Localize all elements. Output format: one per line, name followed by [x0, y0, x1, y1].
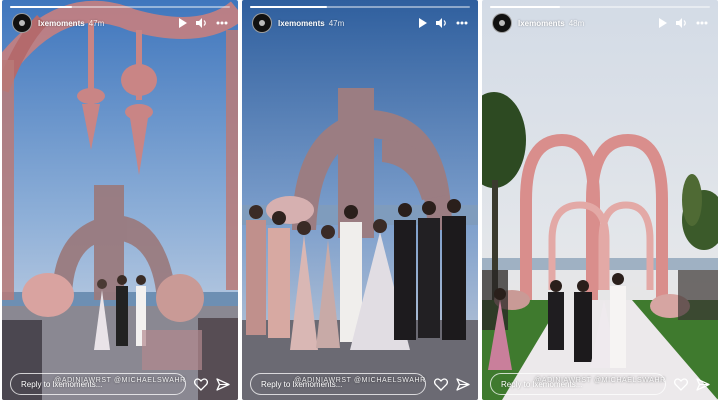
reply-placeholder: Reply to lxemoments... — [261, 379, 343, 389]
story-panel-2[interactable]: lxemoments 47m @ADINIAWRST @MICHAELSWAHR… — [242, 0, 478, 400]
story-progress-fill — [10, 6, 72, 8]
story-panel-1[interactable]: lxemoments 47m @ADINIAWRST @MICHAELSWAHR… — [2, 0, 238, 400]
username[interactable]: lxemoments — [278, 19, 325, 28]
more-options-icon[interactable] — [216, 21, 228, 25]
more-options-icon[interactable] — [456, 21, 468, 25]
volume-icon[interactable] — [676, 18, 687, 28]
reply-input[interactable]: Reply to lxemoments... — [250, 373, 426, 395]
heart-icon[interactable] — [194, 377, 208, 391]
timestamp: 48m — [568, 18, 585, 28]
story-progress-fill — [490, 6, 561, 8]
reply-input[interactable]: Reply to lxemoments... — [490, 373, 666, 395]
heart-icon[interactable] — [674, 377, 688, 391]
story-header: lxemoments 47m — [252, 12, 468, 34]
story-progress-bar — [10, 6, 230, 8]
volume-icon[interactable] — [196, 18, 207, 28]
play-icon[interactable] — [658, 18, 667, 28]
timestamp: 47m — [88, 18, 105, 28]
story-footer: Reply to lxemoments... — [250, 372, 470, 396]
username[interactable]: lxemoments — [518, 19, 565, 28]
story-image-group-photo — [242, 0, 478, 400]
profile-avatar[interactable] — [252, 13, 272, 33]
story-progress-bar — [250, 6, 470, 8]
story-header: lxemoments 48m — [492, 12, 708, 34]
heart-icon[interactable] — [434, 377, 448, 391]
send-icon[interactable] — [216, 377, 230, 391]
story-image-ceremony-arch — [2, 0, 238, 400]
story-panel-3[interactable]: lxemoments 48m @ADINIAWRST @MICHAELSWAHR… — [482, 0, 718, 400]
play-icon[interactable] — [418, 18, 427, 28]
more-options-icon[interactable] — [696, 21, 708, 25]
profile-avatar[interactable] — [12, 13, 32, 33]
story-progress-fill — [250, 6, 327, 8]
timestamp: 47m — [328, 18, 345, 28]
reply-placeholder: Reply to lxemoments... — [21, 379, 103, 389]
reply-input[interactable]: Reply to lxemoments... — [10, 373, 186, 395]
send-icon[interactable] — [456, 377, 470, 391]
send-icon[interactable] — [696, 377, 710, 391]
story-header: lxemoments 47m — [12, 12, 228, 34]
story-footer: Reply to lxemoments... — [10, 372, 230, 396]
profile-avatar[interactable] — [492, 13, 512, 33]
play-icon[interactable] — [178, 18, 187, 28]
reply-placeholder: Reply to lxemoments... — [501, 379, 583, 389]
username[interactable]: lxemoments — [38, 19, 85, 28]
story-image-aisle-walk — [482, 0, 718, 400]
story-progress-bar — [490, 6, 710, 8]
story-footer: Reply to lxemoments... — [490, 372, 710, 396]
volume-icon[interactable] — [436, 18, 447, 28]
